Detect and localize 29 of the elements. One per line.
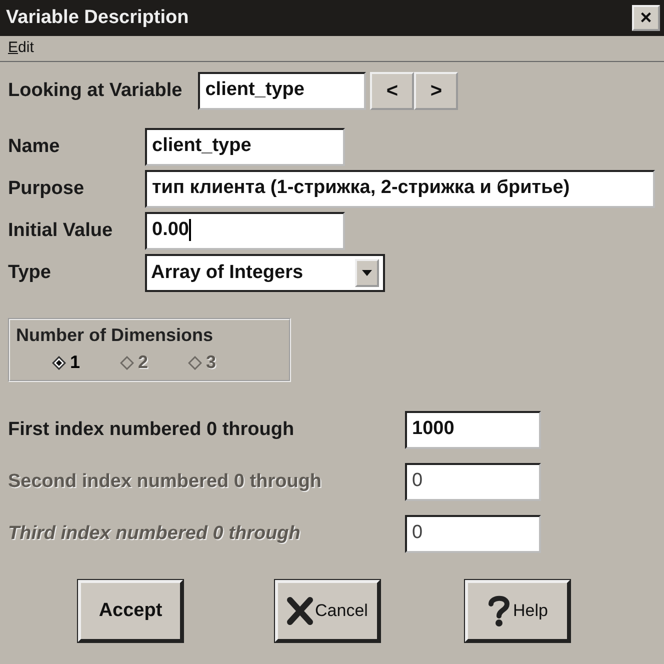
cancel-button[interactable]: Cancel [275, 580, 380, 642]
field-label: Name [8, 134, 61, 159]
field-label: Second index numbered 0 through [8, 470, 323, 494]
field-label: Third index numbered 0 through [8, 522, 302, 546]
field-label: First index numbered 0 through [8, 418, 296, 442]
text-field[interactable]: тип клиента (1-стрижка, 2-стрижка и бритье) [145, 170, 655, 208]
menu-item[interactable]: Edit [8, 37, 34, 60]
question-mark-icon [487, 594, 512, 628]
field-label: Initial Value [8, 218, 114, 243]
index-field: 0 [405, 463, 541, 501]
index-field: 0 [405, 515, 541, 553]
type-dropdown[interactable]: Array of Integers [145, 254, 385, 292]
field-label: Type [8, 260, 52, 285]
text-field[interactable]: 0.00 [145, 212, 345, 250]
text-field[interactable]: client_type [145, 128, 345, 166]
previous-button[interactable]: < [370, 72, 414, 110]
field-label: Looking at Variable [8, 78, 182, 103]
dropdown-arrow-icon [362, 270, 372, 276]
radio-option[interactable]: 1 [52, 349, 80, 376]
index-field[interactable]: 1000 [405, 411, 541, 449]
x-icon [287, 597, 314, 625]
next-button[interactable]: > [414, 72, 458, 110]
help-button[interactable]: Help [465, 580, 570, 642]
group-title: Number of Dimensions [16, 324, 214, 347]
accept-button[interactable]: Accept [78, 580, 183, 642]
field-label: Purpose [8, 176, 86, 201]
variable-field[interactable]: client_type [198, 72, 366, 110]
close-button[interactable]: × [632, 5, 660, 31]
window-title: Variable Description [6, 6, 189, 30]
